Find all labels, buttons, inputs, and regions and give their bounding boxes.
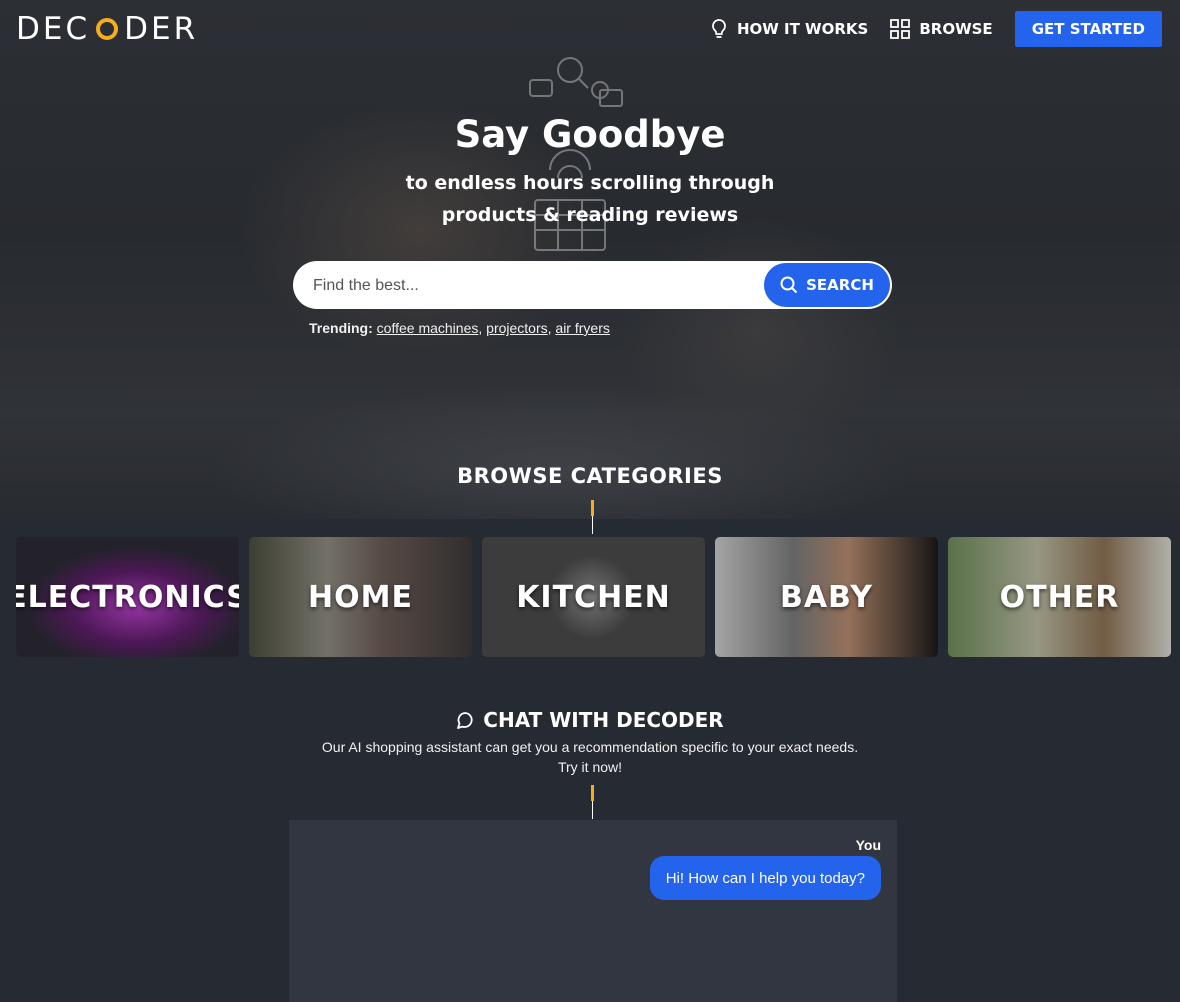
search-button-label: SEARCH [806,276,874,294]
nav-browse-label: BROWSE [919,20,993,38]
logo-ring-icon [96,18,119,40]
decoder-logo[interactable]: DEC DER [16,11,199,47]
hero-section [0,0,1180,519]
chat-description: Our AI shopping assistant can get you a … [0,737,1180,777]
category-baby[interactable]: BABY [715,537,938,657]
search-button[interactable]: SEARCH [764,263,890,307]
chat-title: CHAT WITH DECODER [0,708,1180,732]
hero-subtitle-line1: to endless hours scrolling through [405,172,775,194]
hero-subtitle-line2: products & reading reviews [441,204,739,226]
nav-browse[interactable]: BROWSE [890,19,993,39]
category-electronics[interactable]: ELECTRONICS [16,537,239,657]
chat-sender-label: You [855,837,881,853]
chat-message-bubble: Hi! How can I help you today? [649,856,881,900]
trending-link-projectors[interactable]: projectors [486,320,547,336]
category-list: ELECTRONICS HOME KITCHEN BABY OTHER [16,537,1171,657]
hero-subtitle: to endless hours scrolling through produ… [0,167,1180,231]
category-other[interactable]: OTHER [948,537,1171,657]
category-label: HOME [308,579,413,615]
category-label: ELECTRONICS [16,579,239,615]
chat-divider-marker [591,785,594,819]
category-kitchen[interactable]: KITCHEN [482,537,705,657]
category-label: OTHER [999,579,1120,615]
search-input[interactable] [311,261,755,311]
hero-title: Say Goodbye [454,113,726,156]
get-started-button[interactable]: GET STARTED [1014,11,1162,47]
chat-description-line2: Try it now! [557,759,623,775]
search-icon [780,276,798,294]
chat-description-line1: Our AI shopping assistant can get you a … [321,739,859,755]
grid-icon [890,19,911,39]
search-bar: SEARCH [293,261,892,311]
browse-categories-title: BROWSE CATEGORIES [457,464,723,488]
trending-link-coffee-machines[interactable]: coffee machines [377,320,479,336]
trending-links: Trending: coffee machines, projectors, a… [309,320,610,336]
nav-how-it-works-label: HOW IT WORKS [736,20,869,38]
chat-title-label: CHAT WITH DECODER [483,708,724,732]
logo-text-left: DEC [16,11,91,47]
chat-bubble-icon [457,711,473,729]
lightbulb-icon [712,19,726,38]
category-label: KITCHEN [516,579,671,615]
nav-how-it-works[interactable]: HOW IT WORKS [710,18,868,40]
trending-link-air-fryers[interactable]: air fryers [555,320,609,336]
section-divider-marker [591,500,594,534]
chat-window[interactable]: You Hi! How can I help you today? [289,820,897,1002]
logo-text-right: DER [124,11,199,47]
category-label: BABY [779,579,874,615]
category-home[interactable]: HOME [249,537,472,657]
trending-label: Trending: [309,320,373,336]
top-nav: HOW IT WORKS BROWSE GET STARTED [710,11,1162,47]
